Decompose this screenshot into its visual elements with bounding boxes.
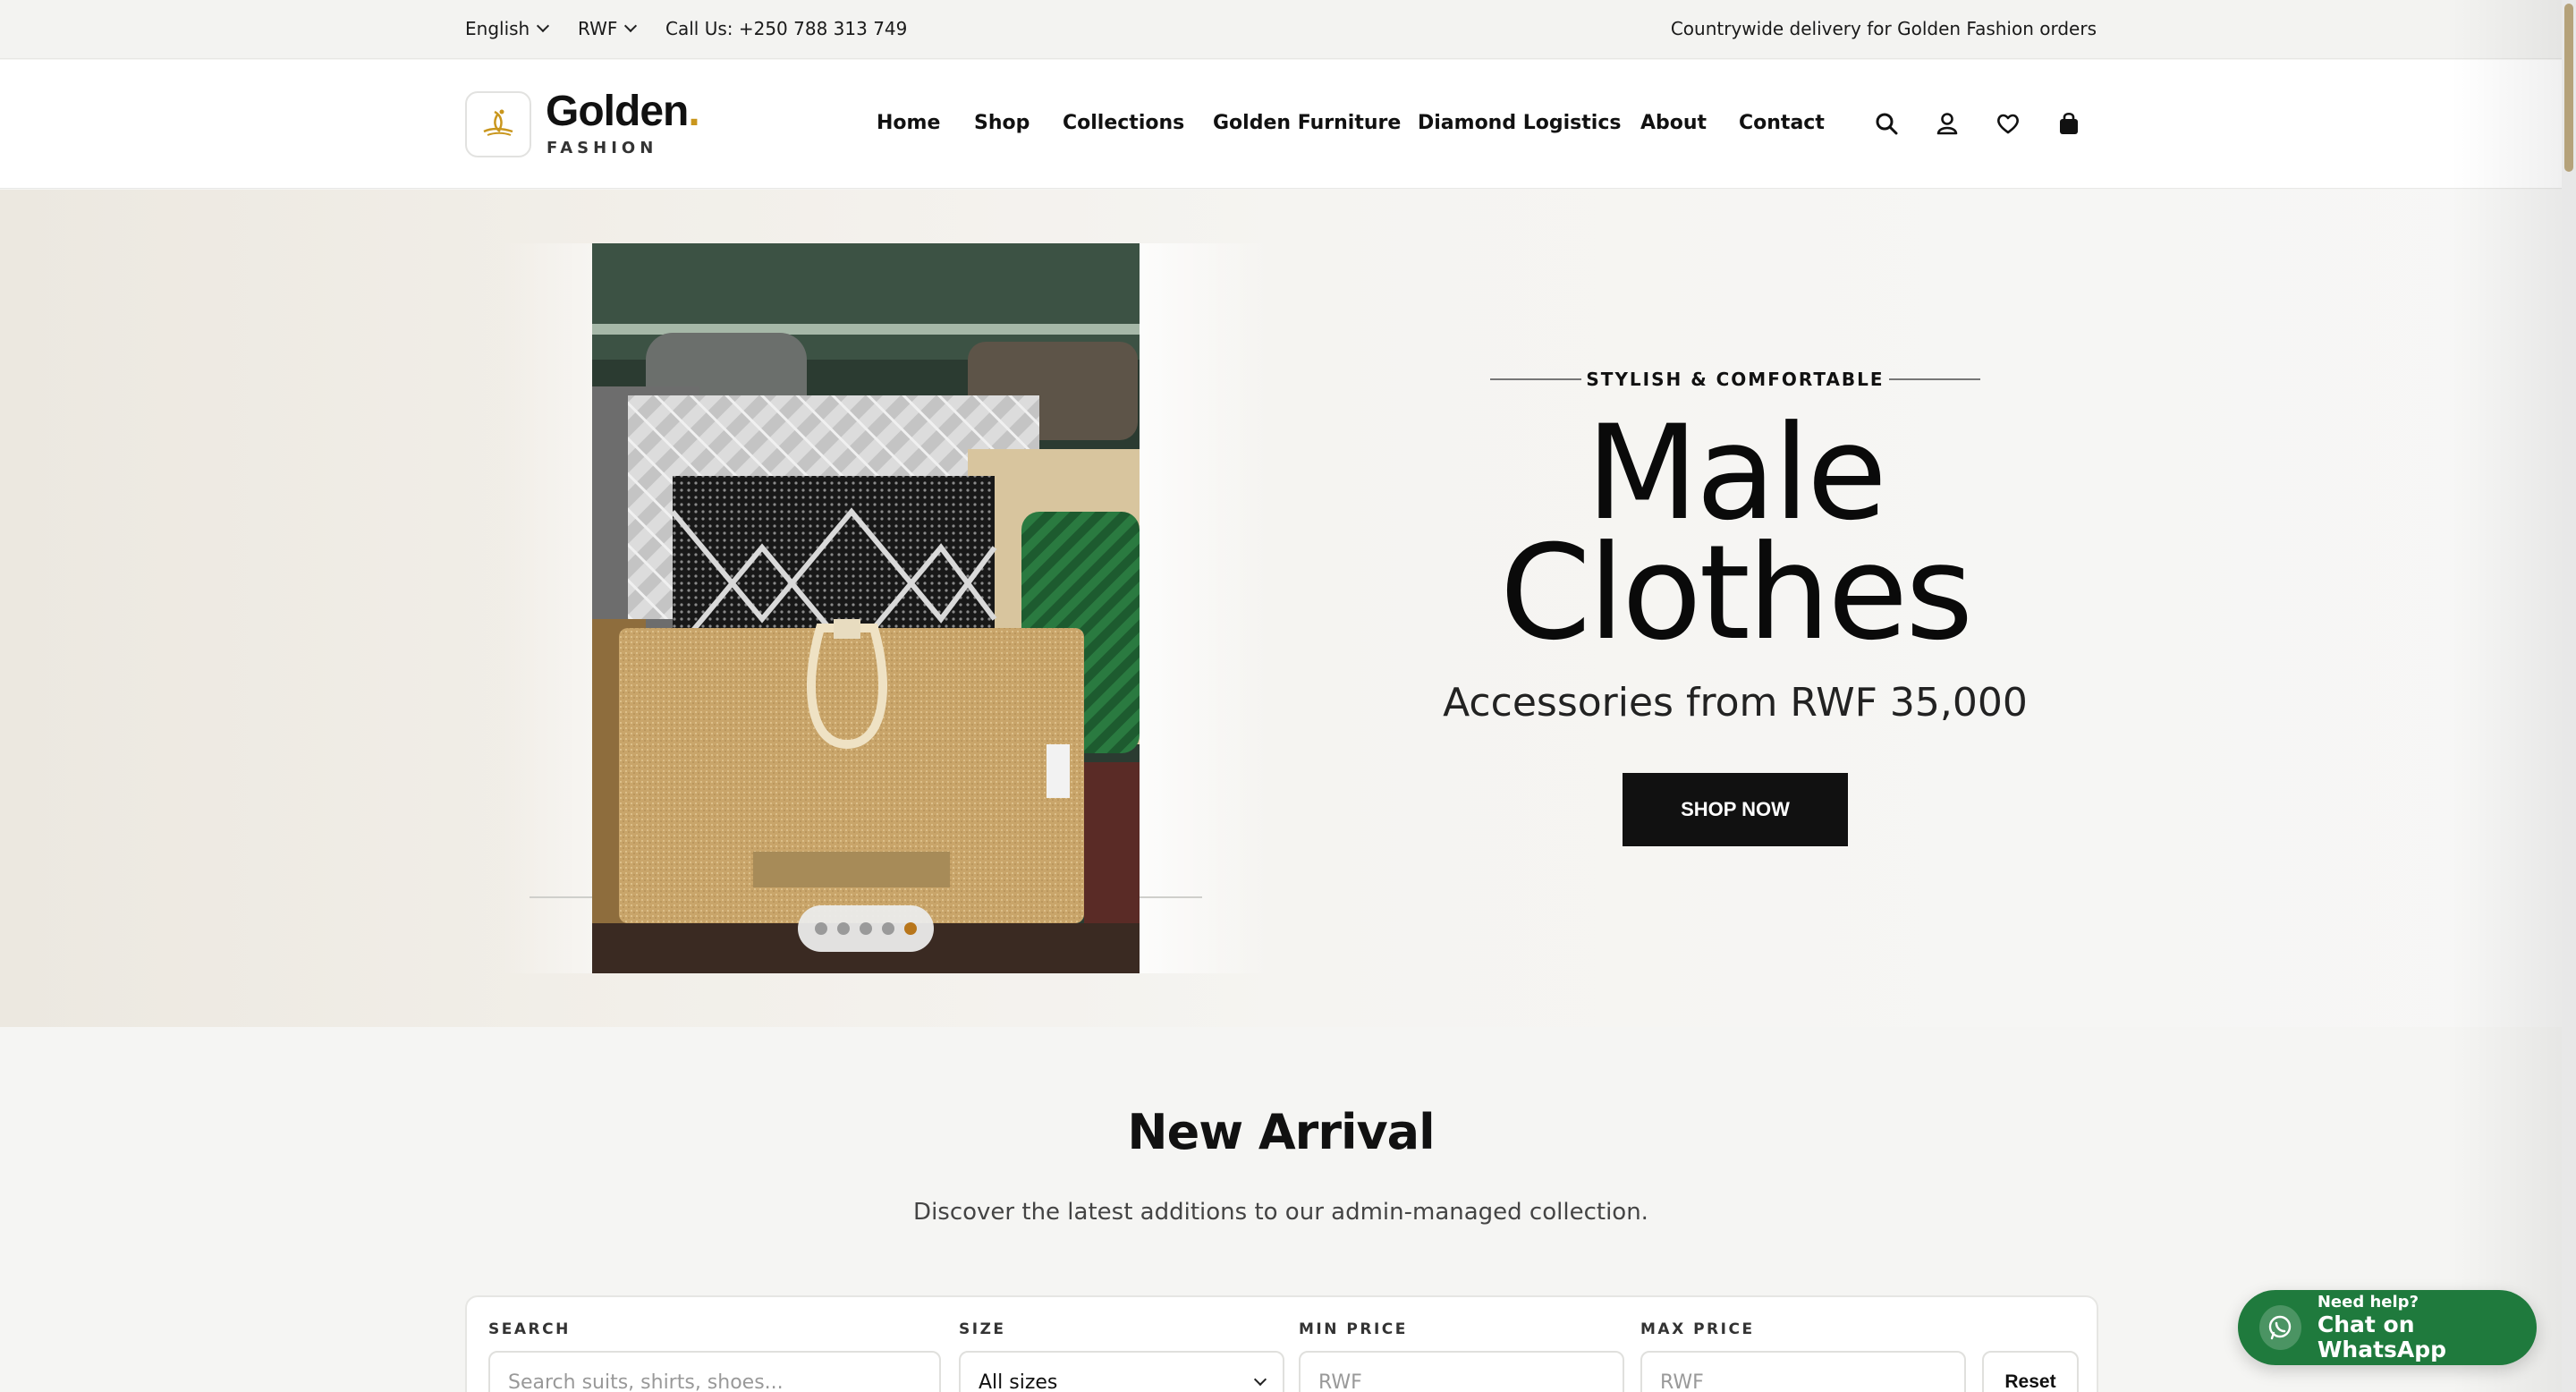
divider-right <box>1140 896 1202 898</box>
search-label: SEARCH <box>488 1320 571 1338</box>
nav-collections[interactable]: Collections <box>1063 112 1184 134</box>
divider-left <box>530 896 592 898</box>
logo-icon[interactable] <box>465 91 531 157</box>
scrollbar-thumb[interactable] <box>2564 4 2573 172</box>
slide-dot[interactable] <box>860 922 872 935</box>
whatsapp-small-text: Need help? <box>2317 1293 2419 1311</box>
nav-diamond-logistics[interactable]: Diamond Logistics <box>1418 112 1621 134</box>
nav-contact[interactable]: Contact <box>1739 112 1825 134</box>
size-value: All sizes <box>979 1371 1058 1392</box>
language-label: English <box>465 18 530 39</box>
hero-title: Male Clothes <box>1377 397 2093 669</box>
reset-button[interactable]: Reset <box>1982 1351 2079 1392</box>
delivery-promo: Countrywide delivery for Golden Fashion … <box>1670 18 2097 39</box>
whatsapp-big-text: Chat on WhatsApp <box>2317 1311 2447 1362</box>
logo-subtitle: FASHION <box>547 139 658 157</box>
heart-icon[interactable] <box>1993 108 2023 139</box>
logo-dot: . <box>688 88 699 135</box>
slide-dot[interactable] <box>837 922 850 935</box>
filter-panel: SEARCH Search suits, shirts, shoes... SI… <box>465 1295 2098 1392</box>
chevron-down-icon <box>537 19 550 33</box>
tagline-line-right <box>1888 378 1980 380</box>
site-header: Golden. FASHION Home Shop Collections Go… <box>0 60 2562 189</box>
bag-icon[interactable] <box>2054 108 2084 139</box>
section-subtitle: Discover the latest additions to our adm… <box>913 1199 1648 1226</box>
size-label: SIZE <box>959 1320 1006 1338</box>
edge-shadow <box>2451 0 2562 1392</box>
search-icon[interactable] <box>1871 108 1902 139</box>
slide-dot[interactable] <box>815 922 827 935</box>
page: English RWF Call Us: +250 788 313 749 Co… <box>0 0 2562 1392</box>
shop-now-button[interactable]: SHOP NOW <box>1623 773 1848 846</box>
slide-dot-active[interactable] <box>904 922 917 935</box>
hero-product-image[interactable] <box>592 243 1140 973</box>
min-price-label: MIN PRICE <box>1299 1320 1408 1338</box>
tagline-text: STYLISH & COMFORTABLE <box>1586 369 1885 390</box>
hero-title-line2: Clothes <box>1499 517 1974 669</box>
nav-about[interactable]: About <box>1640 112 1707 134</box>
section-title: New Arrival <box>1127 1104 1435 1160</box>
nav-shop[interactable]: Shop <box>974 112 1030 134</box>
whatsapp-chat-button[interactable]: Need help? Chat on WhatsApp <box>2238 1290 2537 1365</box>
phone-text: Call Us: +250 788 313 749 <box>665 18 908 39</box>
nav-home[interactable]: Home <box>877 112 940 134</box>
max-price-input[interactable]: RWF <box>1640 1351 1966 1392</box>
search-input[interactable]: Search suits, shirts, shoes... <box>488 1351 941 1392</box>
chevron-down-icon <box>1253 1372 1267 1387</box>
slider-dots <box>798 905 934 952</box>
currency-select[interactable]: RWF <box>578 18 638 39</box>
logo-title-text: Golden <box>546 88 689 135</box>
hero-title-line1: Male <box>1586 397 1887 549</box>
currency-label: RWF <box>578 18 618 39</box>
user-icon[interactable] <box>1932 108 1962 139</box>
slide-dot[interactable] <box>882 922 894 935</box>
chevron-down-icon <box>624 19 638 33</box>
nav-golden-furniture[interactable]: Golden Furniture <box>1213 112 1401 134</box>
size-select[interactable]: All sizes <box>959 1351 1284 1392</box>
language-select[interactable]: English <box>465 18 550 39</box>
min-price-input[interactable]: RWF <box>1299 1351 1624 1392</box>
top-bar: English RWF Call Us: +250 788 313 749 Co… <box>0 0 2562 59</box>
max-price-label: MAX PRICE <box>1640 1320 1755 1338</box>
hero-subtitle: Accessories from RWF 35,000 <box>1443 680 2028 726</box>
whatsapp-text: Need help? Chat on WhatsApp <box>2318 1293 2537 1362</box>
logo-title[interactable]: Golden. <box>546 87 700 136</box>
page-scrollbar[interactable] <box>2562 0 2576 1392</box>
tagline-line-left <box>1490 378 1581 380</box>
hero-banner: STYLISH & COMFORTABLE Male Clothes Acces… <box>0 190 2562 1027</box>
hero-tagline: STYLISH & COMFORTABLE <box>1490 369 1980 390</box>
whatsapp-icon <box>2259 1305 2301 1350</box>
